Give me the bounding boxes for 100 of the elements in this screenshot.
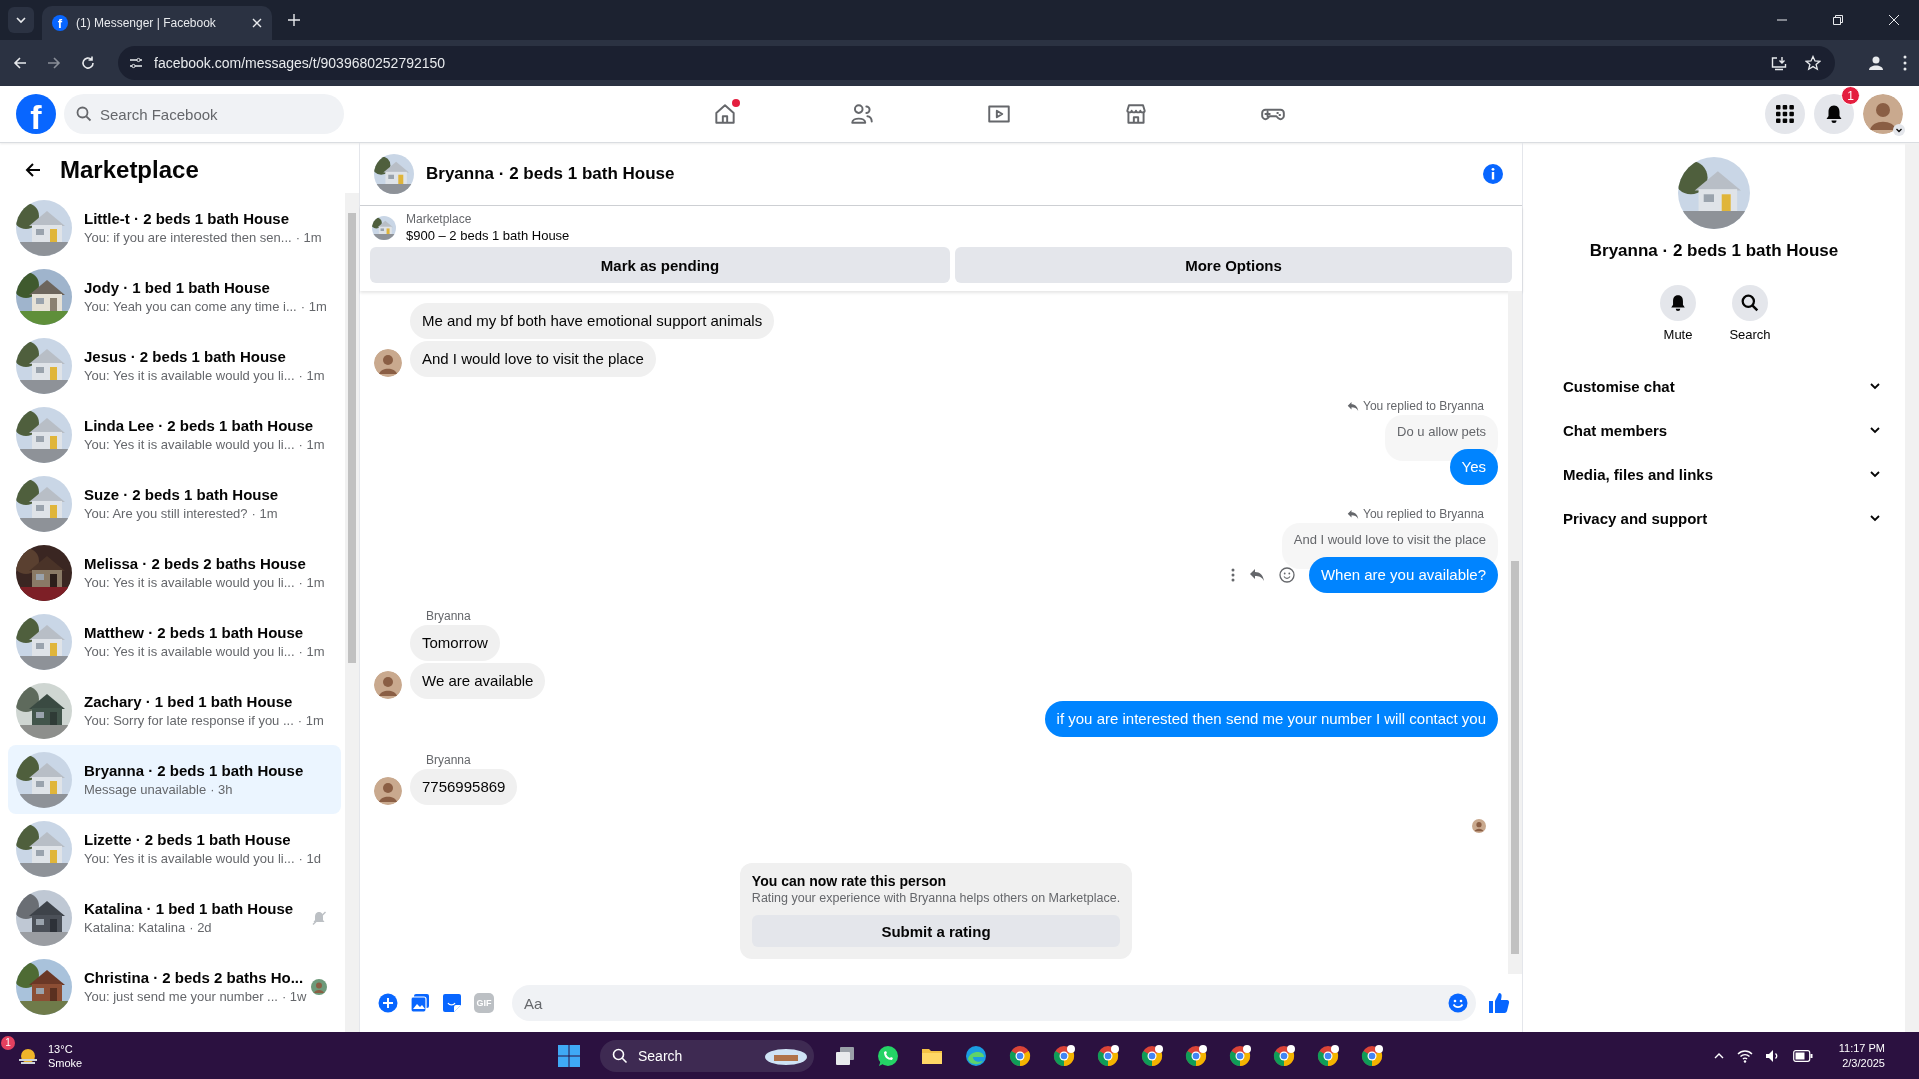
- message-preview: You: Are you still interested?: [84, 506, 248, 521]
- back-icon[interactable]: [12, 55, 28, 71]
- task-view-icon[interactable]: [834, 1044, 856, 1067]
- tab-list-button[interactable]: [8, 7, 34, 33]
- chrome-icon[interactable]: [1008, 1043, 1032, 1068]
- message-preview: You: if you are interested then sen...: [84, 230, 292, 245]
- conversation-title: Suze · 2 beds 1 bath House: [84, 486, 280, 503]
- conversation-item[interactable]: Zachary · 1 bed 1 bath House You: Sorry for late response if you ... · 1m: [8, 676, 341, 745]
- bookmark-star-icon[interactable]: [1805, 55, 1821, 71]
- facebook-logo[interactable]: f: [16, 94, 56, 134]
- browser-tab[interactable]: f (1) Messenger | Facebook: [42, 6, 272, 40]
- plus-icon[interactable]: [378, 993, 398, 1013]
- conversation-item[interactable]: Suze · 2 beds 1 bath House You: Are you still interested? · 1m: [8, 469, 341, 538]
- forward-icon[interactable]: [46, 55, 62, 71]
- chrome-profile-icon[interactable]: [1228, 1043, 1252, 1068]
- submit-rating-button[interactable]: Submit a rating: [751, 915, 1121, 947]
- conversation-item[interactable]: Little-t · 2 beds 1 bath House You: if you are interested then sen... · 1m: [8, 193, 341, 262]
- message-bubble: Me and my bf both have emotional support animals: [410, 303, 775, 339]
- back-arrow-icon[interactable]: [24, 161, 42, 179]
- browser-icon[interactable]: [964, 1043, 988, 1068]
- chrome-profile-icon[interactable]: [1096, 1043, 1120, 1068]
- conversation-item[interactable]: Linda Lee · 2 beds 1 bath House You: Yes it is available would you li... · 1m: [8, 400, 341, 469]
- conversation-item[interactable]: Jody · 1 bed 1 bath House You: Yeah you can come any time i... · 1m: [8, 262, 341, 331]
- caret-icon[interactable]: [1893, 124, 1905, 136]
- sidebar-title: Marketplace: [60, 156, 199, 184]
- message-preview: You: Yes it is available would you li...: [84, 575, 295, 590]
- section-header[interactable]: Customise chat: [1531, 364, 1897, 408]
- section-header[interactable]: Chat members: [1531, 408, 1897, 452]
- timestamp: · 1m: [300, 299, 327, 314]
- chrome-profile-icon[interactable]: [1316, 1043, 1340, 1068]
- chrome-profile-icon[interactable]: [1360, 1043, 1384, 1068]
- conversation-title: Little-t · 2 beds 1 bath House: [84, 210, 291, 227]
- mute-button[interactable]: [1660, 285, 1696, 321]
- wifi-icon[interactable]: [1736, 1048, 1753, 1063]
- avatar[interactable]: [1863, 94, 1903, 134]
- conversation-title: Jesus · 2 beds 1 bath House: [84, 348, 287, 365]
- section-header[interactable]: Media, files and links: [1531, 452, 1897, 496]
- menu-icon[interactable]: [1903, 55, 1907, 71]
- battery-icon[interactable]: [1792, 1049, 1813, 1062]
- message-preview: Katalina: Katalina: [84, 920, 186, 935]
- info-icon[interactable]: [1482, 163, 1504, 185]
- chrome-profile-icon[interactable]: [1140, 1043, 1164, 1068]
- conversation-title: Lizette · 2 beds 1 bath House: [84, 831, 292, 848]
- reload-icon[interactable]: [80, 55, 96, 71]
- timestamp: · 1m: [297, 713, 324, 728]
- scrollbar[interactable]: [345, 193, 359, 1032]
- message-bubble: Yes: [1449, 449, 1498, 485]
- friends-icon[interactable]: [848, 101, 875, 127]
- conversation-item[interactable]: Katalina · 1 bed 1 bath House Katalina: Katalina · 2d: [8, 883, 341, 952]
- address-bar[interactable]: facebook.com/messages/t/9039680252792150: [118, 46, 1835, 80]
- taskbar-search[interactable]: Search: [600, 1039, 814, 1072]
- reply-note-text: You replied to Bryanna: [1363, 507, 1484, 521]
- profile-icon[interactable]: [1867, 54, 1885, 72]
- reply-icon[interactable]: [1248, 568, 1265, 582]
- conversation-item[interactable]: Jesus · 2 beds 1 bath House You: Yes it is available would you li... · 1m: [8, 331, 341, 400]
- conversation-item[interactable]: Christina · 2 beds 2 baths Ho... You: just send me your number ... · 1w: [8, 952, 341, 1021]
- listing-action-button[interactable]: More Options: [955, 247, 1512, 283]
- action-label: Search: [1729, 327, 1771, 342]
- more-icon[interactable]: [1230, 568, 1235, 582]
- message-bubble: When are you available?: [1308, 557, 1498, 593]
- avatar[interactable]: [374, 349, 402, 377]
- conversation-item[interactable]: Matthew · 2 beds 1 bath House You: Yes it is available would you li... · 1m: [8, 607, 341, 676]
- emoji-icon[interactable]: [1448, 993, 1468, 1013]
- sticker-icon[interactable]: [442, 993, 462, 1013]
- chrome-profile-icon[interactable]: [1184, 1043, 1208, 1068]
- search-field[interactable]: Search Facebook: [64, 94, 344, 134]
- conversation-item[interactable]: Bryanna · 2 beds 1 bath House Message unavailable · 3h: [8, 745, 341, 814]
- conversation-title: Bryanna · 2 beds 1 bath House: [84, 762, 305, 779]
- message-bubble: We are available: [410, 663, 546, 699]
- new-tab-icon[interactable]: [288, 14, 300, 26]
- message-preview: You: Yes it is available would you li...: [84, 437, 295, 452]
- site-info-icon[interactable]: [128, 55, 144, 71]
- conversation-title: Katalina · 1 bed 1 bath House: [84, 900, 295, 917]
- scrollbar[interactable]: [1905, 143, 1919, 1032]
- conversation-item[interactable]: Lizette · 2 beds 1 bath House You: Yes it is available would you li... · 1d: [8, 814, 341, 883]
- menu-grid-button[interactable]: [1765, 94, 1805, 134]
- image-icon[interactable]: [410, 993, 430, 1013]
- search-button[interactable]: [1732, 285, 1768, 321]
- avatar[interactable]: [374, 671, 402, 699]
- emoji-icon[interactable]: [1278, 567, 1295, 583]
- close-tab-icon[interactable]: [252, 18, 262, 28]
- close-icon[interactable]: [1889, 15, 1899, 25]
- section-header[interactable]: Privacy and support: [1531, 496, 1897, 540]
- restore-icon[interactable]: [1833, 15, 1843, 25]
- conversation-item[interactable]: Melissa · 2 beds 2 baths House You: Yes it is available would you li... · 1m: [8, 538, 341, 607]
- thumbs-up-icon[interactable]: [1488, 992, 1510, 1014]
- grid-icon: [1775, 104, 1795, 124]
- listing-action-button[interactable]: Mark as pending: [370, 247, 950, 283]
- scrollbar[interactable]: [1508, 291, 1522, 974]
- timestamp: · 1m: [295, 230, 322, 245]
- search-icon: [612, 1047, 628, 1064]
- install-app-icon[interactable]: [1771, 55, 1787, 71]
- clock[interactable]: 11:17 PM 2/3/2025: [1838, 1040, 1905, 1071]
- message-input[interactable]: Aa: [512, 985, 1476, 1021]
- conversation-title: Jody · 1 bed 1 bath House: [84, 279, 271, 296]
- chat-app-icon[interactable]: [876, 1043, 900, 1068]
- chrome-profile-icon[interactable]: [1052, 1043, 1076, 1068]
- avatar[interactable]: [374, 777, 402, 805]
- chrome-profile-icon[interactable]: [1272, 1043, 1296, 1068]
- start-icon[interactable]: [558, 1044, 580, 1067]
